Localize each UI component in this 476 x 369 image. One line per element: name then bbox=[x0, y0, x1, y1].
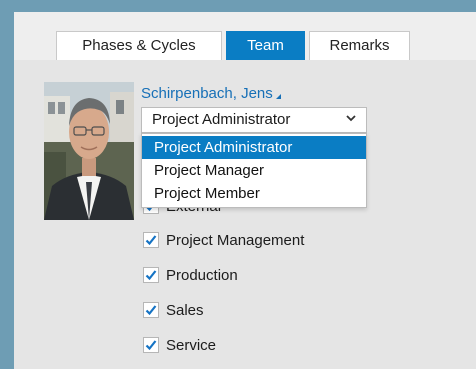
department-label: Project Management bbox=[166, 231, 305, 249]
person-photo bbox=[44, 82, 134, 220]
corner-caret-icon bbox=[275, 94, 281, 99]
team-content: Schirpenbach, Jens Project Administrator… bbox=[14, 60, 476, 369]
department-label: Production bbox=[166, 266, 238, 284]
tab-remarks[interactable]: Remarks bbox=[309, 31, 410, 60]
project-panel: Phases & Cycles Team Remarks Schirpenbac… bbox=[14, 12, 476, 369]
department-row-sales[interactable]: Sales bbox=[143, 300, 204, 320]
department-label: Sales bbox=[166, 301, 204, 319]
role-options-list: Project Administrator Project Manager Pr… bbox=[141, 133, 367, 208]
tab-phases-cycles[interactable]: Phases & Cycles bbox=[56, 31, 222, 60]
checkbox-service[interactable] bbox=[143, 337, 159, 353]
role-option-project-administrator[interactable]: Project Administrator bbox=[142, 136, 366, 159]
tab-bar: Phases & Cycles Team Remarks bbox=[56, 31, 410, 60]
department-row-project-management[interactable]: Project Management bbox=[143, 230, 304, 250]
checkmark-icon bbox=[145, 270, 157, 281]
role-option-project-member[interactable]: Project Member bbox=[142, 182, 366, 205]
checkbox-project-management[interactable] bbox=[143, 232, 159, 248]
department-row-service[interactable]: Service bbox=[143, 335, 216, 355]
checkmark-icon bbox=[145, 340, 157, 351]
avatar bbox=[44, 82, 134, 220]
checkbox-production[interactable] bbox=[143, 267, 159, 283]
checkmark-icon bbox=[145, 305, 157, 316]
role-option-project-manager[interactable]: Project Manager bbox=[142, 159, 366, 182]
department-row-production[interactable]: Production bbox=[143, 265, 238, 285]
role-select[interactable]: Project Administrator bbox=[141, 107, 367, 133]
checkbox-sales[interactable] bbox=[143, 302, 159, 318]
member-name-link[interactable]: Schirpenbach, Jens bbox=[141, 85, 281, 102]
tab-team[interactable]: Team bbox=[226, 31, 305, 60]
chevron-down-icon bbox=[346, 115, 356, 122]
department-label: Service bbox=[166, 336, 217, 354]
role-select-value: Project Administrator bbox=[152, 111, 291, 128]
checkmark-icon bbox=[145, 235, 157, 246]
member-name: Schirpenbach, Jens bbox=[141, 85, 273, 102]
